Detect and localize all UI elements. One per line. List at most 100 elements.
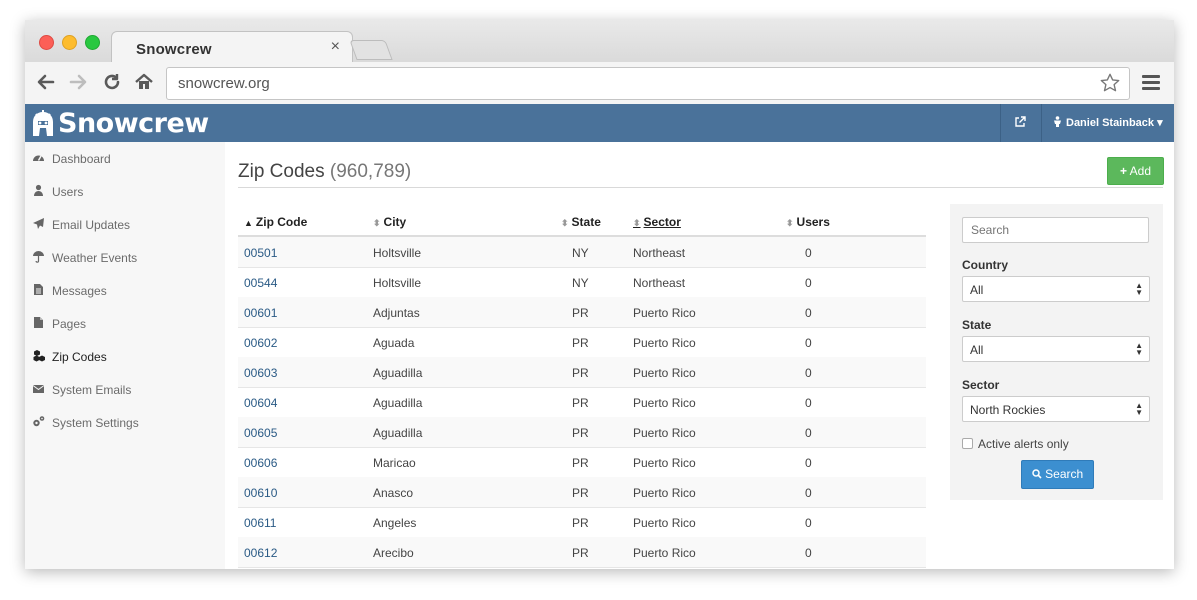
state-select[interactable]: All ▲ ▼ bbox=[962, 336, 1150, 362]
table-row[interactable]: 00610 Anasco PR Puerto Rico 0 bbox=[238, 477, 926, 508]
sidebar-item-zip-codes[interactable]: Zip Codes bbox=[25, 340, 225, 373]
column-header-state[interactable]: ⬍ State bbox=[561, 215, 601, 229]
umbrella-icon bbox=[33, 251, 44, 263]
external-link-button[interactable] bbox=[1000, 104, 1042, 142]
page-title-text: Zip Codes bbox=[238, 161, 325, 182]
sidebar-item-label: Weather Events bbox=[52, 251, 138, 265]
zip-code-link[interactable]: 00605 bbox=[244, 426, 277, 440]
sector-cell: Puerto Rico bbox=[633, 456, 696, 470]
sector-cell: Northeast bbox=[633, 276, 686, 290]
zip-code-link[interactable]: 00604 bbox=[244, 396, 277, 410]
state-label: State bbox=[962, 318, 992, 332]
table-row[interactable]: 00611 Angeles PR Puerto Rico 0 bbox=[238, 507, 926, 538]
table-row[interactable]: 00603 Aguadilla PR Puerto Rico 0 bbox=[238, 357, 926, 388]
table-row[interactable]: 00605 Aguadilla PR Puerto Rico 0 bbox=[238, 417, 926, 448]
sector-cell: Puerto Rico bbox=[633, 516, 696, 530]
user-menu[interactable]: Daniel Stainback ▾ bbox=[1053, 116, 1163, 129]
zip-code-link[interactable]: 00611 bbox=[244, 516, 276, 530]
forward-arrow-icon[interactable] bbox=[67, 71, 89, 93]
active-alerts-label[interactable]: Active alerts only bbox=[978, 437, 1069, 451]
sidebar-item-dashboard[interactable]: Dashboard bbox=[25, 142, 225, 175]
search-button[interactable]: Search bbox=[1021, 460, 1094, 489]
zip-code-link[interactable]: 00602 bbox=[244, 336, 277, 350]
add-button[interactable]: + Add bbox=[1107, 157, 1164, 185]
sector-cell: Puerto Rico bbox=[633, 396, 696, 410]
table-row[interactable]: 00606 Maricao PR Puerto Rico 0 bbox=[238, 447, 926, 478]
home-icon[interactable] bbox=[133, 71, 155, 93]
column-header-users[interactable]: ⬍ Users bbox=[786, 215, 830, 229]
active-alerts-checkbox[interactable] bbox=[962, 438, 973, 449]
address-bar[interactable]: snowcrew.org bbox=[166, 67, 1130, 100]
zip-code-link[interactable]: 00612 bbox=[244, 546, 277, 560]
file-icon bbox=[34, 317, 43, 328]
sector-select[interactable]: North Rockies ▲ ▼ bbox=[962, 396, 1150, 422]
table-row[interactable]: 00604 Aguadilla PR Puerto Rico 0 bbox=[238, 387, 926, 418]
search-input[interactable] bbox=[962, 217, 1149, 243]
window-minimize-button[interactable] bbox=[62, 35, 77, 50]
users-cell: 0 bbox=[805, 486, 812, 500]
state-cell: PR bbox=[572, 486, 589, 500]
column-header-sector[interactable]: ⬍ Sector bbox=[633, 215, 681, 229]
sidebar-item-system-settings[interactable]: System Settings bbox=[25, 406, 225, 439]
window-close-button[interactable] bbox=[39, 35, 54, 50]
city-cell: Anasco bbox=[373, 486, 414, 500]
sidebar-item-users[interactable]: Users bbox=[25, 175, 225, 208]
sidebar-item-weather-events[interactable]: Weather Events bbox=[25, 241, 225, 274]
users-cell: 0 bbox=[805, 546, 812, 560]
state-cell: PR bbox=[572, 546, 589, 560]
select-arrows-icon: ▲ ▼ bbox=[1135, 341, 1143, 357]
sort-icon: ⬍ bbox=[373, 218, 381, 228]
sidebar-item-label: Dashboard bbox=[52, 152, 111, 166]
zip-code-link[interactable]: 00606 bbox=[244, 456, 277, 470]
zip-code-link[interactable]: 00603 bbox=[244, 366, 277, 380]
url-text: snowcrew.org bbox=[178, 75, 270, 92]
table-row[interactable]: 00602 Aguada PR Puerto Rico 0 bbox=[238, 327, 926, 358]
state-cell: NY bbox=[572, 246, 589, 260]
tab-strip: Snowcrew × bbox=[25, 20, 1174, 63]
country-select[interactable]: All ▲ ▼ bbox=[962, 276, 1150, 302]
city-cell: Aguadilla bbox=[373, 366, 423, 380]
state-cell: PR bbox=[572, 366, 589, 380]
column-header-zip-code[interactable]: ▲ Zip Code bbox=[244, 215, 307, 229]
sidebar-item-label: System Emails bbox=[52, 383, 132, 397]
logo[interactable]: Snowcrew bbox=[31, 108, 209, 139]
users-cell: 0 bbox=[805, 306, 812, 320]
sidebar-item-label: Zip Codes bbox=[52, 350, 107, 364]
browser-menu-icon[interactable] bbox=[1142, 75, 1160, 91]
zip-code-link[interactable]: 00610 bbox=[244, 486, 277, 500]
new-tab-button[interactable] bbox=[349, 40, 393, 60]
window-maximize-button[interactable] bbox=[85, 35, 100, 50]
sidebar-item-system-emails[interactable]: System Emails bbox=[25, 373, 225, 406]
table-row[interactable]: 00601 Adjuntas PR Puerto Rico 0 bbox=[238, 297, 926, 328]
zip-code-link[interactable]: 00601 bbox=[244, 306, 277, 320]
bookmark-star-icon[interactable] bbox=[1099, 70, 1121, 100]
plus-icon: + bbox=[1119, 164, 1127, 178]
table-row[interactable]: 00544 Holtsville NY Northeast 0 bbox=[238, 267, 926, 298]
sector-cell: Puerto Rico bbox=[633, 306, 696, 320]
city-cell: Maricao bbox=[373, 456, 416, 470]
page-title: Zip Codes (960,789) bbox=[238, 161, 411, 183]
browser-tab[interactable]: Snowcrew × bbox=[111, 31, 353, 63]
cubes-icon bbox=[33, 350, 45, 362]
sidebar-item-pages[interactable]: Pages bbox=[25, 307, 225, 340]
city-cell: Aguadilla bbox=[373, 426, 423, 440]
zip-code-link[interactable]: 00501 bbox=[244, 246, 277, 260]
add-button-label: Add bbox=[1129, 164, 1152, 178]
reload-icon[interactable] bbox=[101, 71, 123, 93]
sidebar-item-email-updates[interactable]: Email Updates bbox=[25, 208, 225, 241]
sidebar-item-label: Users bbox=[52, 185, 84, 199]
tab-close-icon[interactable]: × bbox=[331, 38, 340, 56]
zip-code-link[interactable]: 00544 bbox=[244, 276, 277, 290]
city-cell: Holtsville bbox=[373, 246, 422, 260]
sidebar-item-messages[interactable]: Messages bbox=[25, 274, 225, 307]
table-row[interactable]: 00612 Arecibo PR Puerto Rico 0 bbox=[238, 537, 926, 568]
sidebar-item-label: Pages bbox=[52, 317, 87, 331]
city-cell: Aguadilla bbox=[373, 396, 423, 410]
app-header: Snowcrew Daniel Stainback ▾ bbox=[25, 104, 1174, 142]
users-cell: 0 bbox=[805, 246, 812, 260]
back-arrow-icon[interactable] bbox=[35, 71, 57, 93]
users-cell: 0 bbox=[805, 276, 812, 290]
table-row[interactable]: 00501 Holtsville NY Northeast 0 bbox=[238, 237, 926, 268]
record-count: (960,789) bbox=[329, 161, 412, 182]
column-header-city[interactable]: ⬍ City bbox=[373, 215, 406, 229]
